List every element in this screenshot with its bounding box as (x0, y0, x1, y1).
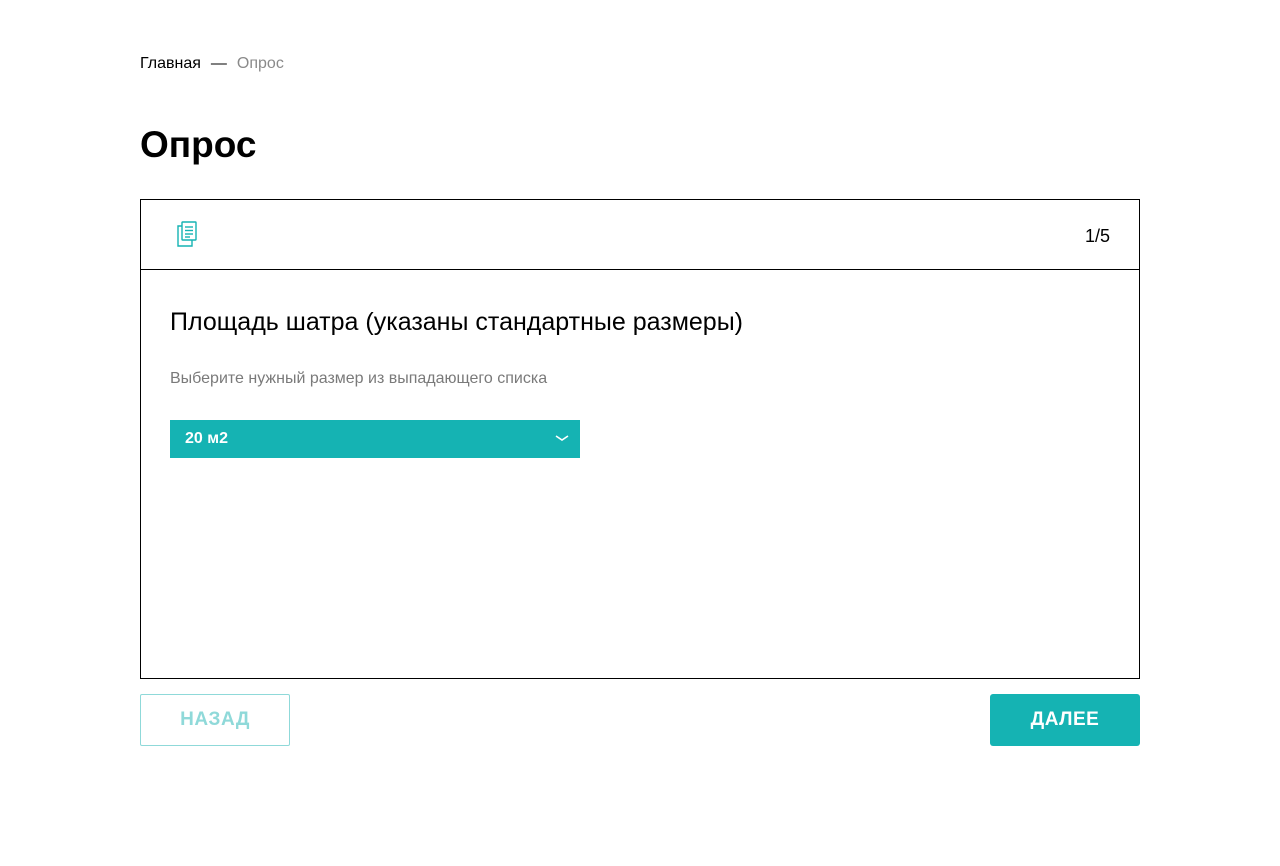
back-button[interactable]: НАЗАД (140, 694, 290, 746)
survey-card: 1/5 Площадь шатра (указаны стандартные р… (140, 199, 1140, 679)
breadcrumb-home-link[interactable]: Главная (140, 54, 201, 74)
page-title: Опрос (140, 124, 257, 165)
document-icon (176, 221, 198, 247)
breadcrumb-separator: — (210, 55, 227, 72)
survey-card-header: 1/5 (141, 200, 1139, 270)
size-select-value: 20 м2 (185, 430, 228, 447)
question-title: Площадь шатра (указаны стандартные разме… (170, 308, 743, 336)
breadcrumb-current: Опрос (236, 55, 284, 72)
question-hint: Выберите нужный размер из выпадающего сп… (170, 370, 548, 387)
breadcrumb: Главная — Опрос (140, 54, 284, 74)
step-counter: 1/5 (1084, 226, 1110, 246)
chevron-down-icon (555, 433, 569, 443)
next-button[interactable]: ДАЛЕЕ (990, 694, 1140, 746)
size-select[interactable]: 20 м2 (170, 420, 580, 458)
